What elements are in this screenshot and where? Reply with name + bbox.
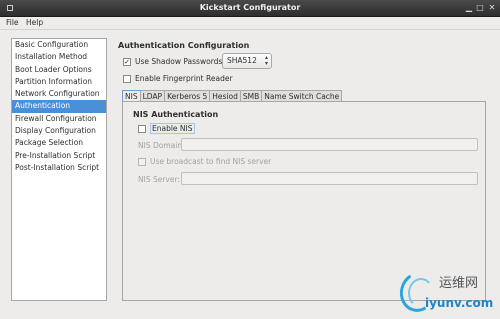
title-bar: Kickstart Configurator ▁ □ ✕	[0, 0, 500, 17]
menu-help[interactable]: Help	[26, 18, 43, 27]
enable-nis-row[interactable]: Enable NIS	[138, 123, 195, 134]
broadcast-row[interactable]: Use broadcast to find NIS server	[138, 157, 271, 166]
nis-server-label: NIS Server:	[138, 175, 180, 184]
watermark-text-domain: iyunv.com	[425, 296, 494, 310]
sidebar-item-network-configuration[interactable]: Network Configuration	[12, 88, 106, 100]
sidebar-item-firewall-configuration[interactable]: Firewall Configuration	[12, 113, 106, 125]
spin-arrows-icon: ▴ ▾	[264, 54, 268, 67]
fingerprint-label: Enable Fingerprint Reader	[135, 74, 233, 83]
hash-algorithm-value: SHA512	[227, 56, 257, 65]
enable-nis-checkbox[interactable]	[138, 124, 146, 133]
shadow-passwords-row[interactable]: ✓ Use Shadow Passwords	[123, 57, 222, 66]
sidebar-item-installation-method[interactable]: Installation Method	[12, 51, 106, 63]
sidebar-item-partition-information[interactable]: Partition Information	[12, 76, 106, 88]
broadcast-label: Use broadcast to find NIS server	[150, 157, 272, 166]
nis-domain-label: NIS Domain:	[138, 141, 185, 150]
section-title: Authentication Configuration	[118, 41, 250, 50]
sidebar-item-pre-installation-script[interactable]: Pre-Installation Script	[12, 150, 106, 162]
sidebar-item-boot-loader-options[interactable]: Boot Loader Options	[12, 64, 106, 76]
sidebar-item-package-selection[interactable]: Package Selection	[12, 137, 106, 149]
shadow-passwords-checkbox[interactable]: ✓	[123, 57, 131, 66]
nis-domain-field[interactable]	[181, 138, 478, 151]
sidebar-item-basic-configuration[interactable]: Basic Configuration	[12, 39, 106, 51]
nis-server-field[interactable]	[181, 172, 478, 185]
sidebar-item-authentication[interactable]: Authentication	[12, 100, 106, 113]
shadow-passwords-label: Use Shadow Passwords	[135, 57, 223, 66]
enable-nis-label: Enable NIS	[150, 123, 195, 134]
nis-title: NIS Authentication	[133, 110, 219, 119]
menu-file[interactable]: File	[6, 18, 19, 27]
watermark-text-cn: 运维网	[439, 276, 479, 291]
maximize-icon[interactable]: □	[474, 2, 486, 14]
watermark-logo: 运维网 iyunv.com	[395, 268, 498, 316]
fingerprint-row[interactable]: Enable Fingerprint Reader	[123, 74, 233, 83]
window-title: Kickstart Configurator	[199, 3, 301, 12]
hash-algorithm-select[interactable]: SHA512 ▴ ▾	[222, 53, 272, 69]
menu-bar: File Help	[0, 17, 500, 30]
sidebar-item-display-configuration[interactable]: Display Configuration	[12, 125, 106, 137]
close-icon[interactable]: ✕	[486, 2, 498, 14]
sidebar-item-post-installation-script[interactable]: Post-Installation Script	[12, 162, 106, 174]
fingerprint-checkbox[interactable]	[123, 74, 131, 83]
sidebar: Basic Configuration Installation Method …	[11, 38, 107, 301]
broadcast-checkbox[interactable]	[138, 157, 146, 166]
main-panel: Authentication Configuration ✓ Use Shado…	[118, 38, 490, 308]
